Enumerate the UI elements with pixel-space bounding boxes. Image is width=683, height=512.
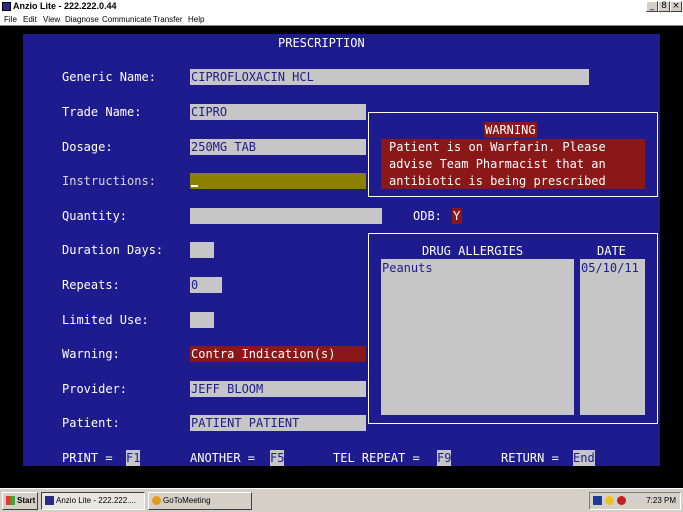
print-key[interactable]: F1 (126, 450, 141, 466)
window-title: Anzio Lite - 222.222.0.44 (13, 1, 117, 11)
allergy-item: Peanuts (382, 261, 433, 275)
quantity-field[interactable] (190, 208, 382, 224)
menu-communicate[interactable]: Communicate (102, 13, 151, 26)
tel-repeat-key[interactable]: F9 (437, 450, 452, 466)
warning-field[interactable]: Contra Indication(s) (190, 346, 366, 362)
patient-label: Patient: (62, 416, 120, 430)
start-button[interactable]: Start (2, 492, 38, 510)
tel-repeat-key-label: TEL REPEAT = (333, 451, 420, 465)
warning-line-3: antibiotic is being prescribed (389, 174, 606, 188)
odb-field[interactable]: Y (452, 208, 462, 224)
repeats-label: Repeats: (62, 278, 120, 292)
taskbar: Start Anzio Lite - 222.222.... GoToMeeti… (0, 488, 683, 512)
quantity-label: Quantity: (62, 209, 128, 223)
maximize-button[interactable]: 8 (658, 1, 670, 12)
menu-file[interactable]: File (4, 13, 17, 26)
text-cursor (191, 185, 198, 187)
taskbar-gotomeeting[interactable]: GoToMeeting (148, 492, 252, 510)
generic-name-label: Generic Name: (62, 70, 156, 84)
gotomeeting-icon (152, 496, 161, 505)
drug-allergies-header: DRUG ALLERGIES (422, 244, 524, 258)
warning-label: Warning: (62, 347, 120, 361)
duration-days-label: Duration Days: (62, 243, 164, 257)
menu-transfer[interactable]: Transfer (153, 13, 183, 26)
instructions-label: Instructions: (62, 174, 156, 188)
limited-use-label: Limited Use: (62, 313, 149, 327)
menu-diagnose[interactable]: Diagnose (65, 13, 99, 26)
return-key-label: RETURN = (501, 451, 559, 465)
print-key-label: PRINT = (62, 451, 113, 465)
odb-label: ODB: (413, 209, 442, 223)
return-key[interactable]: End (573, 450, 595, 466)
menu-edit[interactable]: Edit (23, 13, 37, 26)
another-key[interactable]: F5 (270, 450, 285, 466)
generic-name-field[interactable]: CIPROFLOXACIN HCL (190, 69, 589, 85)
windows-logo-icon (6, 496, 15, 505)
duration-days-field[interactable] (190, 242, 214, 258)
another-key-label: ANOTHER = (190, 451, 256, 465)
taskbar-gotomeeting-label: GoToMeeting (163, 496, 211, 505)
warning-line-2: advise Team Pharmacist that an (389, 157, 606, 171)
close-button[interactable]: × (670, 1, 682, 12)
system-tray: 7:23 PM (589, 492, 681, 510)
allergy-date: 05/10/11 (581, 261, 639, 275)
taskbar-anzio[interactable]: Anzio Lite - 222.222.... (41, 492, 145, 510)
instructions-field[interactable] (190, 173, 366, 189)
limited-use-field[interactable] (190, 312, 214, 328)
repeats-field[interactable]: 0 (190, 277, 222, 293)
dosage-label: Dosage: (62, 140, 113, 154)
start-label: Start (17, 496, 36, 505)
minimize-button[interactable]: _ (646, 1, 658, 12)
tray-app-icon[interactable] (605, 496, 614, 505)
warning-title: WARNING (484, 122, 537, 138)
screen-heading: PRESCRIPTION (278, 36, 365, 50)
patient-field[interactable]: PATIENT PATIENT (190, 415, 366, 431)
allergy-date-list[interactable] (580, 259, 645, 415)
warning-line-1: Patient is on Warfarin. Please (389, 140, 606, 154)
window-title-bar[interactable]: Anzio Lite - 222.222.0.44 _ 8 × (0, 0, 683, 13)
allergy-date-header: DATE (597, 244, 626, 258)
security-icon[interactable] (617, 496, 626, 505)
menu-help[interactable]: Help (188, 13, 204, 26)
anzio-app-icon[interactable] (2, 2, 11, 11)
taskbar-anzio-label: Anzio Lite - 222.222.... (56, 496, 137, 505)
provider-label: Provider: (62, 382, 128, 396)
provider-field[interactable]: JEFF BLOOM (190, 381, 366, 397)
anzio-icon (45, 496, 54, 505)
allergy-list[interactable] (381, 259, 574, 415)
trade-name-label: Trade Name: (62, 105, 142, 119)
dosage-field[interactable]: 250MG TAB (190, 139, 366, 155)
language-icon[interactable] (593, 496, 602, 505)
menu-view[interactable]: View (43, 13, 60, 26)
trade-name-field[interactable]: CIPRO (190, 104, 366, 120)
menu-bar: File Edit View Diagnose Communicate Tran… (0, 13, 683, 26)
clock[interactable]: 7:23 PM (646, 493, 676, 509)
